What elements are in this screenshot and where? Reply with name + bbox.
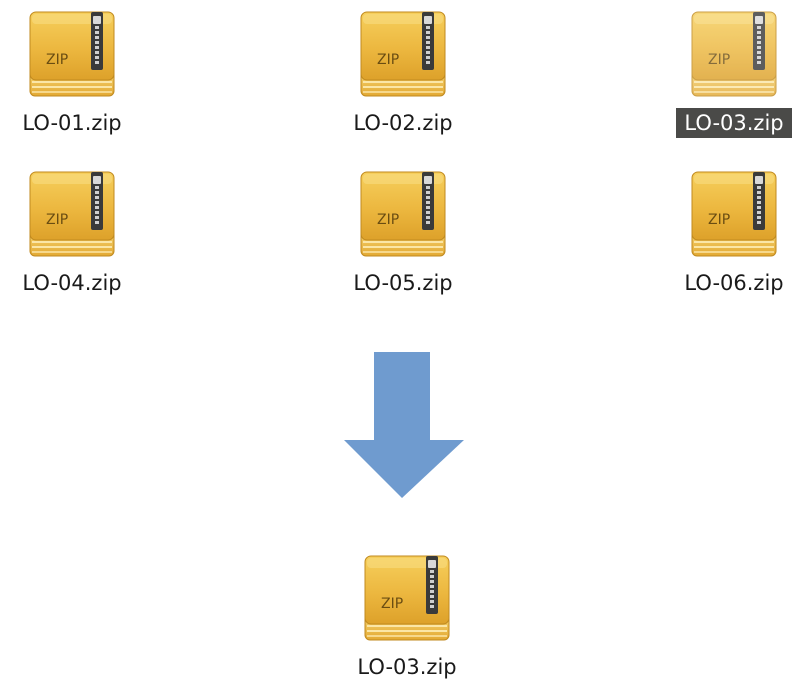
down-arrow-icon: [344, 352, 464, 498]
zip-icon-text: ZIP: [708, 52, 730, 68]
zip-icon-text: ZIP: [377, 52, 399, 68]
zip-icon-text: ZIP: [377, 212, 399, 228]
file-name-label[interactable]: LO-04.zip: [14, 268, 129, 298]
zip-archive-icon[interactable]: ZIP: [686, 168, 782, 264]
file-name-label[interactable]: LO-06.zip: [676, 268, 791, 298]
file-name-label[interactable]: LO-02.zip: [345, 108, 460, 138]
file-item-lo-05[interactable]: ZIP LO-05.zip: [333, 168, 473, 298]
file-browser-canvas: ZIP LO-01.zip ZIP LO-02.zip ZIP LO-03.zi…: [0, 0, 801, 690]
zip-archive-icon[interactable]: ZIP: [24, 8, 120, 104]
zip-archive-icon[interactable]: ZIP: [686, 8, 782, 104]
file-name-label[interactable]: LO-01.zip: [14, 108, 129, 138]
file-item-lo-04[interactable]: ZIP LO-04.zip: [2, 168, 142, 298]
zip-icon-text: ZIP: [381, 596, 403, 612]
file-item-lo-01[interactable]: ZIP LO-01.zip: [2, 8, 142, 138]
file-name-label[interactable]: LO-03.zip: [349, 652, 464, 682]
zip-archive-icon[interactable]: ZIP: [355, 168, 451, 264]
zip-icon-text: ZIP: [46, 52, 68, 68]
zip-archive-icon[interactable]: ZIP: [24, 168, 120, 264]
zip-icon-text: ZIP: [46, 212, 68, 228]
zip-archive-icon[interactable]: ZIP: [359, 552, 455, 648]
file-item-lo-02[interactable]: ZIP LO-02.zip: [333, 8, 473, 138]
file-item-lo-03-selected[interactable]: ZIP LO-03.zip: [664, 8, 801, 138]
zip-icon-text: ZIP: [708, 212, 730, 228]
result-file-item-lo-03[interactable]: ZIP LO-03.zip: [337, 552, 477, 682]
file-name-label-selected[interactable]: LO-03.zip: [676, 108, 792, 138]
zip-archive-icon[interactable]: ZIP: [355, 8, 451, 104]
file-name-label[interactable]: LO-05.zip: [345, 268, 460, 298]
file-item-lo-06[interactable]: ZIP LO-06.zip: [664, 168, 801, 298]
